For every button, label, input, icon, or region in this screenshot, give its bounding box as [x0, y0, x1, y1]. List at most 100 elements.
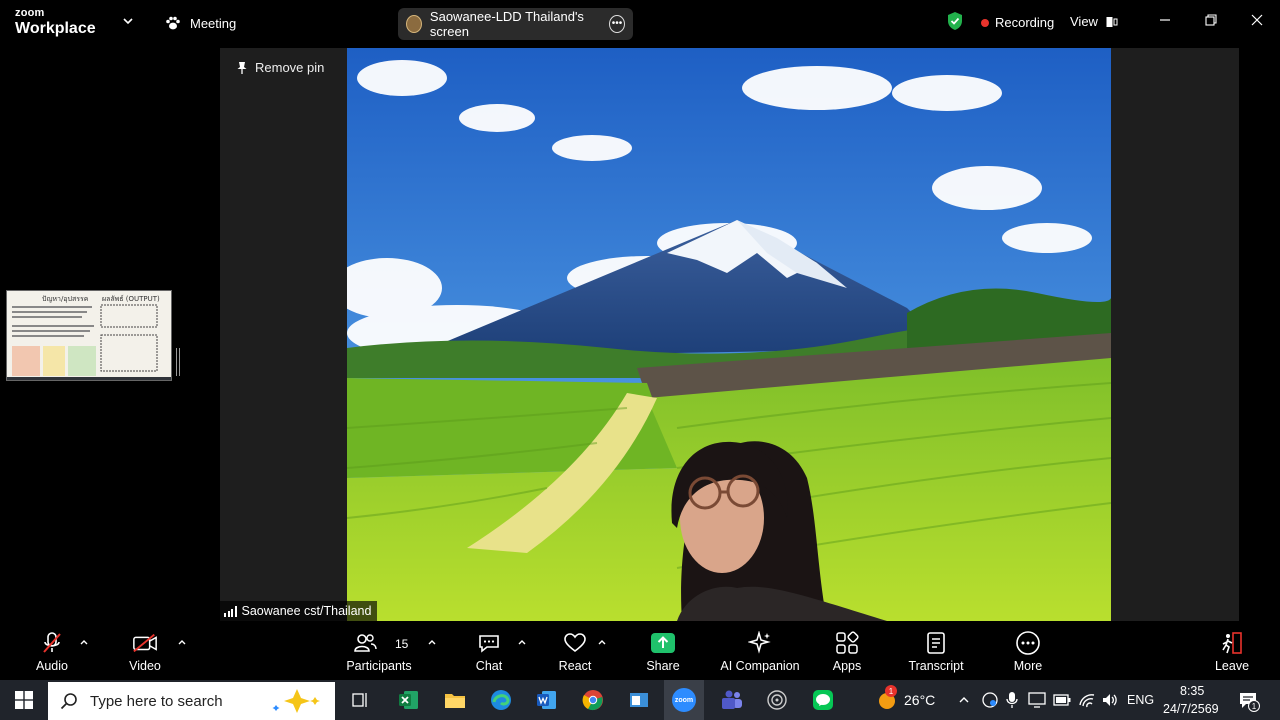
teams-app[interactable]: [718, 680, 744, 720]
video-button[interactable]: Video: [126, 621, 164, 680]
chat-icon: [479, 635, 499, 653]
ai-companion-label: AI Companion: [720, 659, 800, 673]
view-label: View: [1070, 14, 1098, 29]
ai-companion-button[interactable]: AI Companion: [718, 621, 802, 680]
participants-count: 15: [395, 637, 409, 651]
minimize-icon[interactable]: [1157, 12, 1173, 28]
excel-app[interactable]: [396, 680, 422, 720]
search-highlight-sparkle-icon: [272, 689, 320, 713]
participants-icon: [354, 634, 377, 652]
start-button[interactable]: [10, 680, 38, 720]
heart-icon: [564, 633, 586, 653]
chrome-app[interactable]: [580, 680, 606, 720]
tray-status-icon[interactable]: [981, 691, 999, 709]
audio-options-chevron-icon[interactable]: [79, 637, 89, 647]
restore-icon[interactable]: [1203, 12, 1219, 28]
edge-app[interactable]: [488, 680, 514, 720]
thumb-heading-left: ปัญหา/อุปสรรค: [42, 295, 89, 303]
notification-badge: 1: [1248, 700, 1260, 712]
more-label: More: [1013, 659, 1043, 673]
more-button[interactable]: More: [1010, 621, 1046, 680]
brand-zoom-text: zoom: [15, 7, 45, 19]
window-app[interactable]: [626, 680, 652, 720]
show-hidden-icons-chevron-icon[interactable]: [958, 694, 970, 706]
thumbnail-resize-handle[interactable]: [176, 348, 180, 376]
task-view-button[interactable]: [347, 680, 373, 720]
camera-off-icon: [133, 633, 157, 653]
apps-label: Apps: [832, 659, 862, 673]
weather-badge-count: 1: [888, 686, 894, 696]
audio-label: Audio: [36, 659, 68, 673]
task-view-icon: [352, 693, 367, 707]
close-icon[interactable]: [1249, 12, 1265, 28]
screen-share-indicator[interactable]: Saowanee-LDD Thailand's screen •••: [398, 8, 633, 40]
recording-label: Recording: [995, 15, 1055, 30]
volume-icon[interactable]: [1101, 691, 1119, 709]
remove-pin-button[interactable]: Remove pin: [236, 60, 324, 75]
video-options-chevron-icon[interactable]: [177, 637, 187, 647]
share-button[interactable]: Share: [645, 621, 681, 680]
meeting-menu[interactable]: Meeting: [164, 14, 236, 32]
virtual-background-image: [347, 48, 1111, 621]
display-tray-icon[interactable]: [1028, 692, 1046, 708]
zoom-app-icon: zoom: [672, 688, 696, 712]
share-label: Share: [646, 659, 680, 673]
transcript-button[interactable]: Transcript: [904, 621, 968, 680]
share-screen-icon: [651, 633, 675, 653]
meeting-toolbar: Audio Video Participants 15 Chat React S…: [0, 621, 1280, 680]
apps-button[interactable]: Apps: [829, 621, 865, 680]
wifi-icon[interactable]: [1078, 691, 1096, 709]
presenter-avatar: [406, 15, 422, 33]
notification-count: 1: [1251, 701, 1257, 711]
chat-label: Chat: [475, 659, 503, 673]
title-bar: zoom Workplace Meeting Saowanee-LDD Thai…: [0, 0, 1280, 46]
zoom-app[interactable]: zoom: [664, 680, 704, 720]
view-button[interactable]: View: [1070, 14, 1118, 29]
chat-button[interactable]: Chat: [472, 621, 506, 680]
teams-icon: [722, 690, 742, 709]
pin-icon: [237, 61, 247, 74]
cast-icon: [767, 690, 787, 710]
transcript-icon: [927, 632, 945, 654]
file-explorer-app[interactable]: [442, 680, 468, 720]
weather-badge: 1: [885, 685, 897, 697]
view-layout-icon: [1106, 16, 1118, 27]
word-app[interactable]: [534, 680, 560, 720]
video-label: Video: [129, 659, 161, 673]
recording-dot-icon: [981, 18, 989, 27]
input-language[interactable]: ENG: [1127, 693, 1154, 707]
zoom-app-label: zoom: [674, 696, 694, 704]
clock-date[interactable]: 24/7/2569: [1163, 702, 1219, 716]
more-options-icon[interactable]: •••: [609, 15, 625, 33]
zoom-workplace-logo: zoom Workplace: [15, 8, 96, 37]
security-shield-icon[interactable]: [946, 11, 964, 31]
pinned-participant-video[interactable]: [347, 48, 1111, 621]
windows-logo-icon: [15, 691, 33, 709]
chevron-down-icon[interactable]: [121, 14, 135, 28]
cast-app[interactable]: [764, 680, 790, 720]
leave-icon: [1222, 632, 1242, 654]
react-options-chevron-icon[interactable]: [597, 637, 607, 647]
battery-icon[interactable]: [1053, 694, 1071, 706]
sparkle-icon: [748, 631, 771, 654]
participant-name-tag: Saowanee cst/Thailand: [220, 601, 378, 621]
signal-strength-icon: [224, 605, 237, 617]
chat-options-chevron-icon[interactable]: [517, 637, 527, 647]
leave-button[interactable]: Leave: [1213, 621, 1251, 680]
line-app[interactable]: [810, 680, 836, 720]
word-icon: [537, 691, 556, 709]
clock-time[interactable]: 8:35: [1180, 684, 1204, 698]
line-icon: [813, 690, 833, 710]
app-window-icon: [630, 693, 648, 707]
search-placeholder: Type here to search: [90, 692, 223, 710]
taskbar-search-box[interactable]: Type here to search: [48, 682, 335, 720]
paw-icon: [166, 16, 180, 30]
recording-indicator[interactable]: Recording: [981, 15, 1054, 30]
audio-button[interactable]: Audio: [34, 621, 70, 680]
react-button[interactable]: React: [556, 621, 594, 680]
chrome-icon: [582, 690, 603, 711]
microphone-tray-icon[interactable]: [1006, 691, 1018, 709]
shared-screen-thumbnail[interactable]: ปัญหา/อุปสรรค ผลลัพธ์ (OUTPUT): [6, 290, 172, 381]
participants-options-chevron-icon[interactable]: [427, 637, 437, 647]
edge-icon: [491, 690, 511, 710]
